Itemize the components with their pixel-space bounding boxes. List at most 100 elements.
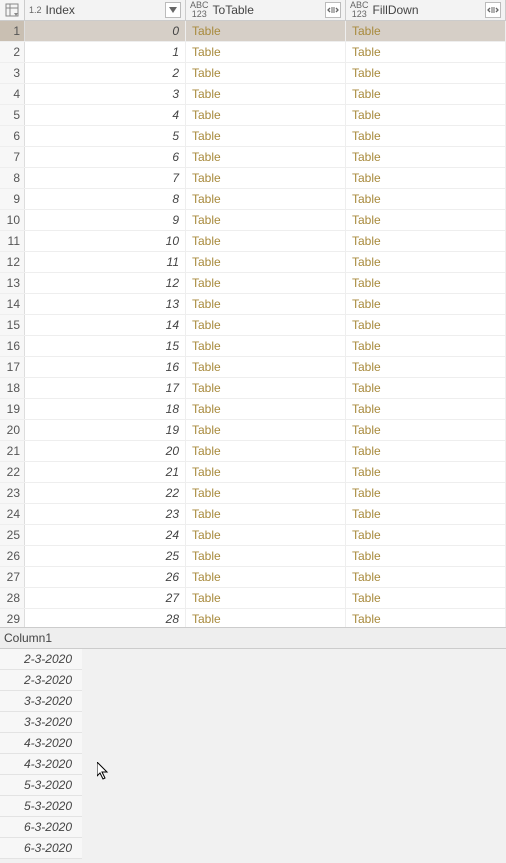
table-row[interactable]: 2322TableTable <box>0 483 506 504</box>
cell-filldown-link[interactable]: Table <box>346 483 506 503</box>
row-number[interactable]: 7 <box>0 147 25 167</box>
cell-totable-link[interactable]: Table <box>186 189 346 209</box>
cell-filldown-link[interactable]: Table <box>346 525 506 545</box>
table-row[interactable]: 1918TableTable <box>0 399 506 420</box>
cell-totable-link[interactable]: Table <box>186 420 346 440</box>
row-number[interactable]: 22 <box>0 462 25 482</box>
table-row[interactable]: 1817TableTable <box>0 378 506 399</box>
table-row[interactable]: 1615TableTable <box>0 336 506 357</box>
row-number[interactable]: 14 <box>0 294 25 314</box>
table-row[interactable]: 2625TableTable <box>0 546 506 567</box>
table-row[interactable]: 2524TableTable <box>0 525 506 546</box>
cell-filldown-link[interactable]: Table <box>346 462 506 482</box>
cell-filldown-link[interactable]: Table <box>346 567 506 587</box>
cell-filldown-link[interactable]: Table <box>346 84 506 104</box>
row-number[interactable]: 23 <box>0 483 25 503</box>
table-row[interactable]: 2827TableTable <box>0 588 506 609</box>
cell-totable-link[interactable]: Table <box>186 483 346 503</box>
cell-filldown-link[interactable]: Table <box>346 63 506 83</box>
cell-index[interactable]: 11 <box>25 252 186 272</box>
table-row[interactable]: 2928TableTable <box>0 609 506 627</box>
cell-totable-link[interactable]: Table <box>186 252 346 272</box>
row-number[interactable]: 26 <box>0 546 25 566</box>
column-header-totable[interactable]: ABC 123 ToTable <box>186 0 346 20</box>
preview-row[interactable]: 6-3-2020 <box>0 838 82 859</box>
cell-filldown-link[interactable]: Table <box>346 231 506 251</box>
cell-index[interactable]: 13 <box>25 294 186 314</box>
row-number[interactable]: 2 <box>0 42 25 62</box>
row-number[interactable]: 5 <box>0 105 25 125</box>
cell-totable-link[interactable]: Table <box>186 126 346 146</box>
cell-filldown-link[interactable]: Table <box>346 378 506 398</box>
preview-row[interactable]: 4-3-2020 <box>0 754 82 775</box>
cell-filldown-link[interactable]: Table <box>346 273 506 293</box>
table-row[interactable]: 109TableTable <box>0 210 506 231</box>
cell-totable-link[interactable]: Table <box>186 231 346 251</box>
cell-totable-link[interactable]: Table <box>186 504 346 524</box>
cell-filldown-link[interactable]: Table <box>346 105 506 125</box>
cell-index[interactable]: 15 <box>25 336 186 356</box>
cell-index[interactable]: 19 <box>25 420 186 440</box>
cell-totable-link[interactable]: Table <box>186 42 346 62</box>
cell-index[interactable]: 28 <box>25 609 186 627</box>
cell-index[interactable]: 10 <box>25 231 186 251</box>
row-number[interactable]: 12 <box>0 252 25 272</box>
table-row[interactable]: 1211TableTable <box>0 252 506 273</box>
cell-filldown-link[interactable]: Table <box>346 126 506 146</box>
cell-totable-link[interactable]: Table <box>186 399 346 419</box>
cell-filldown-link[interactable]: Table <box>346 441 506 461</box>
preview-row[interactable]: 6-3-2020 <box>0 817 82 838</box>
cell-filldown-link[interactable]: Table <box>346 294 506 314</box>
row-number[interactable]: 8 <box>0 168 25 188</box>
preview-row[interactable]: 3-3-2020 <box>0 712 82 733</box>
row-number[interactable]: 16 <box>0 336 25 356</box>
cell-totable-link[interactable]: Table <box>186 63 346 83</box>
cell-filldown-link[interactable]: Table <box>346 210 506 230</box>
table-row[interactable]: 87TableTable <box>0 168 506 189</box>
row-number[interactable]: 28 <box>0 588 25 608</box>
cell-index[interactable]: 25 <box>25 546 186 566</box>
cell-index[interactable]: 6 <box>25 147 186 167</box>
cell-filldown-link[interactable]: Table <box>346 147 506 167</box>
table-row[interactable]: 2221TableTable <box>0 462 506 483</box>
table-row[interactable]: 2019TableTable <box>0 420 506 441</box>
cell-index[interactable]: 0 <box>25 21 186 41</box>
cell-index[interactable]: 14 <box>25 315 186 335</box>
cell-totable-link[interactable]: Table <box>186 378 346 398</box>
cell-index[interactable]: 16 <box>25 357 186 377</box>
table-row[interactable]: 21TableTable <box>0 42 506 63</box>
cell-index[interactable]: 9 <box>25 210 186 230</box>
filter-dropdown-icon[interactable] <box>165 2 181 18</box>
table-row[interactable]: 2726TableTable <box>0 567 506 588</box>
row-number[interactable]: 29 <box>0 609 25 627</box>
expand-column-icon[interactable] <box>485 2 501 18</box>
table-row[interactable]: 1413TableTable <box>0 294 506 315</box>
cell-index[interactable]: 4 <box>25 105 186 125</box>
cell-totable-link[interactable]: Table <box>186 21 346 41</box>
cell-index[interactable]: 24 <box>25 525 186 545</box>
row-number[interactable]: 17 <box>0 357 25 377</box>
cell-index[interactable]: 8 <box>25 189 186 209</box>
cell-totable-link[interactable]: Table <box>186 294 346 314</box>
cell-totable-link[interactable]: Table <box>186 168 346 188</box>
table-row[interactable]: 32TableTable <box>0 63 506 84</box>
cell-totable-link[interactable]: Table <box>186 105 346 125</box>
row-number[interactable]: 6 <box>0 126 25 146</box>
row-number[interactable]: 11 <box>0 231 25 251</box>
table-row[interactable]: 2423TableTable <box>0 504 506 525</box>
cell-filldown-link[interactable]: Table <box>346 399 506 419</box>
cell-filldown-link[interactable]: Table <box>346 315 506 335</box>
cell-filldown-link[interactable]: Table <box>346 21 506 41</box>
preview-row[interactable]: 4-3-2020 <box>0 733 82 754</box>
cell-totable-link[interactable]: Table <box>186 441 346 461</box>
cell-filldown-link[interactable]: Table <box>346 546 506 566</box>
cell-totable-link[interactable]: Table <box>186 147 346 167</box>
cell-filldown-link[interactable]: Table <box>346 189 506 209</box>
cell-totable-link[interactable]: Table <box>186 84 346 104</box>
row-number[interactable]: 21 <box>0 441 25 461</box>
row-number[interactable]: 25 <box>0 525 25 545</box>
cell-index[interactable]: 20 <box>25 441 186 461</box>
preview-row[interactable]: 3-3-2020 <box>0 691 82 712</box>
preview-row[interactable]: 5-3-2020 <box>0 796 82 817</box>
row-number[interactable]: 3 <box>0 63 25 83</box>
